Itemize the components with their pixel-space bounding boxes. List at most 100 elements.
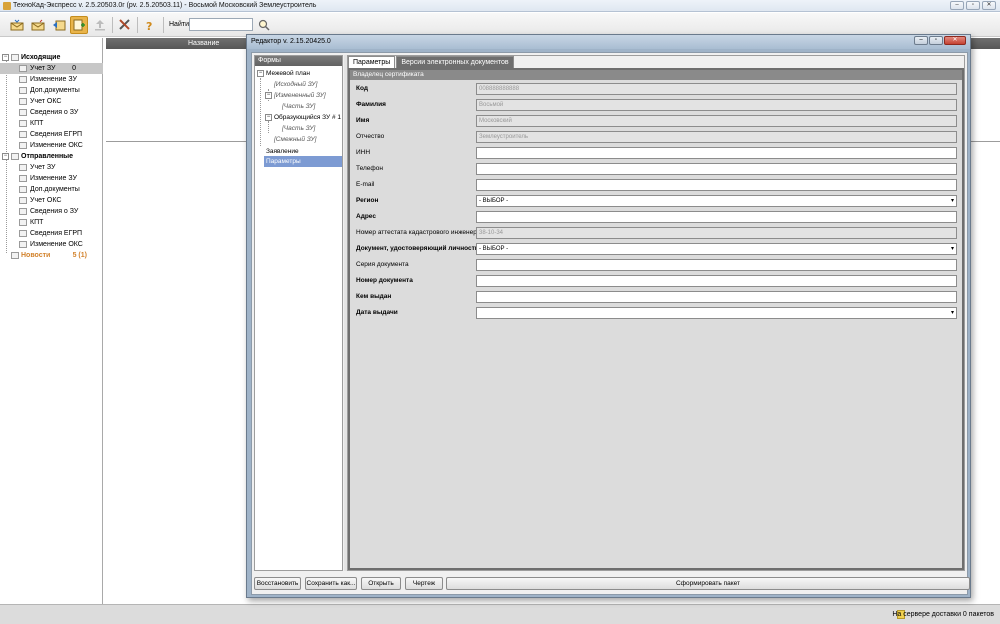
email-input[interactable]: [476, 179, 957, 191]
issue-date-picker[interactable]: ▾: [476, 307, 957, 319]
forms-tree-parameters[interactable]: Параметры: [255, 156, 343, 167]
forms-tree-part-zu-1[interactable]: [Часть ЗУ]: [255, 101, 343, 112]
collapse-icon[interactable]: −: [265, 114, 272, 121]
maximize-button[interactable]: ▫: [966, 1, 980, 10]
tree-group-outgoing[interactable]: − Исходящие: [0, 52, 103, 63]
save-as-button[interactable]: Сохранить как...: [305, 577, 357, 590]
tab-document-versions[interactable]: Версии электронных документов: [396, 56, 514, 68]
document-series-input[interactable]: [476, 259, 957, 271]
help-icon[interactable]: ?: [141, 16, 159, 34]
search-icon[interactable]: [257, 18, 271, 32]
first-name-input[interactable]: Московский: [476, 115, 957, 127]
search-input[interactable]: [189, 18, 253, 31]
issued-by-input[interactable]: [476, 291, 957, 303]
tree-item-label: Изменение ЗУ: [30, 76, 77, 83]
folder-icon: [11, 54, 19, 61]
chevron-down-icon[interactable]: ▾: [951, 244, 954, 254]
tree-item-count: 5 (1): [72, 252, 87, 259]
last-name-input[interactable]: Восьмой: [476, 99, 957, 111]
folder-icon: [19, 76, 27, 83]
folder-icon: [19, 120, 27, 127]
add-document-icon[interactable]: [70, 16, 88, 34]
draft-button[interactable]: Чертеж: [405, 577, 443, 590]
tab-parameters[interactable]: Параметры: [348, 56, 396, 68]
tree-item-label: Сведения ЕГРП: [30, 230, 83, 237]
collapse-icon[interactable]: −: [265, 92, 272, 99]
collapse-icon[interactable]: −: [2, 153, 9, 160]
address-input[interactable]: [476, 211, 957, 223]
reply-icon[interactable]: [50, 16, 68, 34]
forms-tree-part-zu-2[interactable]: [Часть ЗУ]: [255, 123, 343, 134]
code-input[interactable]: 008888888888: [476, 83, 957, 95]
chevron-down-icon[interactable]: ▾: [951, 308, 954, 318]
collapse-icon[interactable]: −: [2, 54, 9, 61]
forms-tree-label: Параметры: [264, 156, 342, 167]
tab-content: Владелец сертификата Код 008888888888 Фа…: [348, 68, 964, 570]
field-label: Имя: [356, 117, 370, 124]
tree-item-label: Учет ОКС: [30, 98, 62, 105]
collapse-icon[interactable]: −: [257, 70, 264, 77]
dialog-body: Формы − Межевой план [Исходный ЗУ] − [Из…: [251, 52, 970, 595]
tree-item-label: Сведения о ЗУ: [30, 208, 79, 215]
forms-tree-label: [Измененный ЗУ]: [274, 92, 326, 99]
field-region: Регион - ВЫБОР - ▾: [356, 194, 960, 208]
restore-button[interactable]: Восстановить: [254, 577, 301, 590]
field-address: Адрес: [356, 210, 960, 224]
upload-icon[interactable]: [91, 16, 109, 34]
column-header-name[interactable]: Название: [188, 38, 219, 49]
dialog-close-button[interactable]: ✕: [944, 36, 966, 45]
folder-icon: [19, 208, 27, 215]
field-label: Телефон: [356, 165, 383, 172]
outbox-icon[interactable]: [29, 16, 47, 34]
forms-tree-source-zu[interactable]: [Исходный ЗУ]: [255, 79, 343, 90]
region-select[interactable]: - ВЫБОР - ▾: [476, 195, 957, 207]
app-icon: [3, 2, 11, 10]
inbox-icon[interactable]: [8, 16, 26, 34]
certificate-owner-panel: Владелец сертификата Код 008888888888 Фа…: [350, 70, 962, 568]
toolbar-separator: [112, 17, 113, 33]
inn-input[interactable]: [476, 147, 957, 159]
toolbar-separator: [163, 17, 164, 33]
field-patronymic: Отчество Землеустроитель: [356, 130, 960, 144]
dialog-maximize-button[interactable]: ▫: [929, 36, 943, 45]
tree-item-label: Сведения ЕГРП: [30, 131, 83, 138]
tree-item-label: Учет ОКС: [30, 197, 62, 204]
certificate-number-input[interactable]: 38-10-34: [476, 227, 957, 239]
forms-tree-label: [Часть ЗУ]: [282, 103, 316, 110]
field-issued-by: Кем выдан: [356, 290, 960, 304]
tools-icon[interactable]: [116, 16, 134, 34]
form-package-button[interactable]: Сформировать пакет: [446, 577, 970, 590]
document-number-input[interactable]: [476, 275, 957, 287]
folder-icon: [19, 197, 27, 204]
id-document-select[interactable]: - ВЫБОР - ▾: [476, 243, 957, 255]
tree-item-outgoing-0[interactable]: Учет ЗУ 0: [0, 63, 103, 74]
phone-input[interactable]: [476, 163, 957, 175]
forms-tree-adjacent-zu[interactable]: [Смежный ЗУ]: [255, 134, 343, 145]
dialog-window-controls: – ▫ ✕: [914, 36, 966, 45]
folder-icon: [19, 219, 27, 226]
forms-tree-boundary-plan[interactable]: − Межевой план: [255, 68, 343, 79]
field-label: ИНН: [356, 149, 371, 156]
forms-tree-label: [Исходный ЗУ]: [274, 81, 318, 88]
field-certificate-number: Номер аттестата кадастрового инженера 38…: [356, 226, 960, 240]
folder-icon: [19, 65, 27, 72]
minimize-button[interactable]: –: [950, 1, 964, 10]
find-label: Найти: [169, 21, 189, 28]
close-button[interactable]: ✕: [982, 1, 996, 10]
forms-tree-forming-zu[interactable]: − Образующийся ЗУ # 1: [255, 112, 343, 123]
chevron-down-icon[interactable]: ▾: [951, 196, 954, 206]
folder-icon: [19, 186, 27, 193]
folder-icon: [19, 230, 27, 237]
toolbar-separator: [137, 17, 138, 33]
open-button[interactable]: Открыть: [361, 577, 401, 590]
dialog-button-bar: Восстановить Сохранить как... Открыть Че…: [254, 574, 970, 593]
tree-item-news[interactable]: Новости 5 (1): [0, 250, 103, 261]
tree-item-label: Новости: [21, 252, 51, 259]
field-issue-date: Дата выдачи ▾: [356, 306, 960, 320]
folder-tree: − Исходящие Учет ЗУ 0 Изменение ЗУ Доп.д…: [0, 38, 103, 604]
forms-tree-changed-zu[interactable]: − [Измененный ЗУ]: [255, 90, 343, 101]
patronymic-input[interactable]: Землеустроитель: [476, 131, 957, 143]
forms-tree-label: Образующийся ЗУ # 1: [274, 114, 341, 121]
forms-pane: Формы − Межевой план [Исходный ЗУ] − [Из…: [254, 55, 343, 571]
dialog-minimize-button[interactable]: –: [914, 36, 928, 45]
